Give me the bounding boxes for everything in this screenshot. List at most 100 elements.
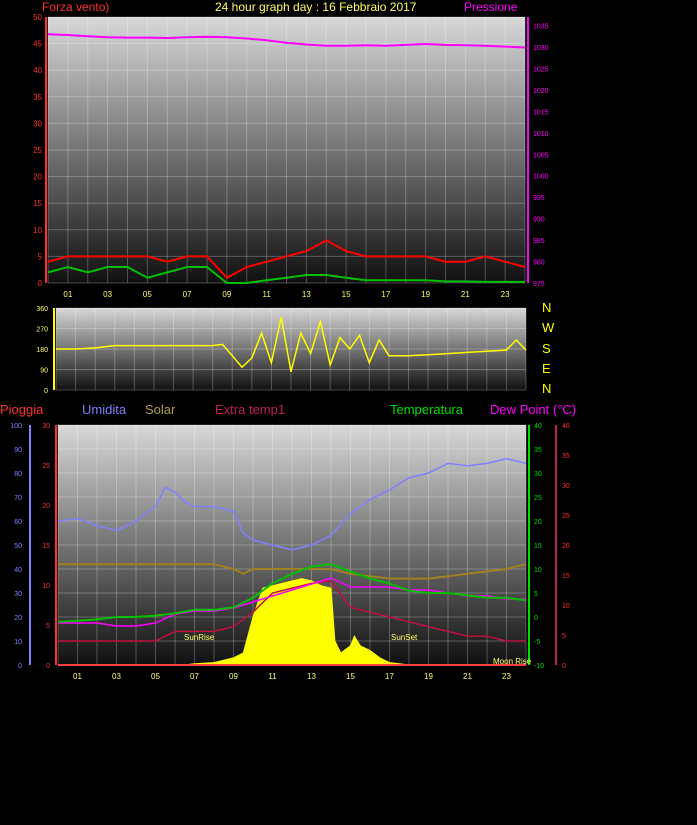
y-tick-right: 985 [533,238,545,245]
y-tick-humidity: 90 [14,447,22,454]
y-tick-temp: 40 [534,423,542,430]
y-tick-right: 975 [533,281,545,288]
x-tick-label: 05 [151,672,160,681]
y-tick-direction: 180 [36,347,48,354]
x-tick-label: 01 [63,290,72,299]
x-tick-label: 07 [183,290,192,299]
y-tick-direction: 270 [36,327,48,334]
compass-n-top: N [542,300,552,315]
y-tick-right: 1005 [533,152,549,159]
x-tick-label: 15 [342,290,351,299]
y-tick-temp: 5 [534,591,538,598]
x-tick-label: 07 [190,672,199,681]
y-tick-dew: 5 [562,633,566,640]
y-tick-direction: 360 [36,306,48,313]
legend-dew-point: Dew Point (°C) [490,402,577,417]
y-tick-direction: 90 [40,368,48,375]
y-tick-dew: 25 [562,513,570,520]
y-tick-humidity: 60 [14,519,22,526]
y-tick-left: 35 [33,93,42,102]
x-tick-label: 15 [346,672,355,681]
y-tick-dew: 40 [562,423,570,430]
y-tick-right: 1035 [533,24,549,31]
compass-s: S [542,341,551,356]
y-tick-temp: 30 [534,471,542,478]
y-tick-left: 50 [33,13,42,22]
legend-temperatura: Temperatura [390,402,463,417]
legend-pioggia: Pioggia [0,402,44,417]
y-tick-dew: 0 [562,663,566,670]
y-tick-right: 980 [533,260,545,267]
y-tick-dew: 20 [562,543,570,550]
sunset-label: SunSet [391,633,418,642]
temperature-humidity-panel: -10-505101520253035400102030405060708090… [10,423,570,681]
y-tick-temp: 25 [534,495,542,502]
x-tick-label: 21 [461,290,470,299]
y-tick-rain: 15 [42,543,50,550]
chart-title: 24 hour graph day : 16 Febbraio 2017 [215,0,417,14]
compass-w: W [542,320,555,335]
pressure-title: Pressione [464,0,518,14]
compass-e: E [542,361,551,376]
x-tick-label: 05 [143,290,152,299]
legend-extra-temp: Extra temp1 [215,402,286,417]
y-tick-left: 0 [38,279,43,288]
x-tick-label: 09 [222,290,231,299]
y-tick-left: 25 [33,146,42,155]
y-tick-rain: 20 [42,503,50,510]
x-tick-label: 19 [421,290,430,299]
y-tick-right: 990 [533,217,545,224]
y-tick-humidity: 80 [14,471,22,478]
y-tick-left: 40 [33,66,42,75]
x-tick-label: 11 [268,672,277,681]
y-tick-temp: 15 [534,543,542,550]
y-tick-rain: 10 [42,583,50,590]
x-tick-label: 01 [73,672,82,681]
y-tick-humidity: 70 [14,495,22,502]
x-tick-label: 03 [112,672,121,681]
y-tick-temp: 10 [534,567,542,574]
y-tick-dew: 10 [562,603,570,610]
wind-direction-panel: 0 90 180 270 360 [36,306,527,395]
y-tick-humidity: 30 [14,591,22,598]
x-tick-label: 13 [307,672,316,681]
y-tick-rain: 25 [42,463,50,470]
y-tick-left: 15 [33,199,42,208]
y-tick-dew: 35 [562,453,570,460]
x-tick-label: 11 [262,290,271,299]
legend-solar: Solar [145,402,176,417]
wind-pressure-panel: 0510152025303540455097598098599099510001… [33,13,549,299]
y-tick-temp: -5 [534,639,540,646]
y-tick-left: 5 [38,252,43,261]
y-tick-rain: 30 [42,423,50,430]
y-tick-humidity: 10 [14,639,22,646]
y-tick-right: 995 [533,195,545,202]
y-tick-left: 45 [33,40,42,49]
x-tick-label: 13 [302,290,311,299]
y-tick-left: 20 [33,173,42,182]
y-tick-right: 1010 [533,131,549,138]
y-tick-humidity: 50 [14,543,22,550]
y-tick-right: 1025 [533,66,549,73]
y-tick-humidity: 20 [14,615,22,622]
y-tick-temp: -10 [534,663,544,670]
y-tick-temp: 0 [534,615,538,622]
y-tick-temp: 20 [534,519,542,526]
legend-umidita: Umidita [82,402,127,417]
y-tick-rain: 0 [46,663,50,670]
y-tick-direction: 0 [44,388,48,395]
x-tick-label: 17 [381,290,390,299]
wind-title: Forza vento) [42,0,110,14]
moonrise-label: Moon Rise [493,657,532,666]
x-tick-label: 03 [103,290,112,299]
x-tick-label: 21 [463,672,472,681]
y-tick-humidity: 0 [18,663,22,670]
y-tick-dew: 15 [562,573,570,580]
y-tick-rain: 5 [46,623,50,630]
y-tick-humidity: 100 [10,423,22,430]
x-tick-label: 23 [502,672,511,681]
y-tick-humidity: 40 [14,567,22,574]
x-tick-label: 19 [424,672,433,681]
x-tick-label: 23 [501,290,510,299]
y-tick-right: 1000 [533,174,549,181]
